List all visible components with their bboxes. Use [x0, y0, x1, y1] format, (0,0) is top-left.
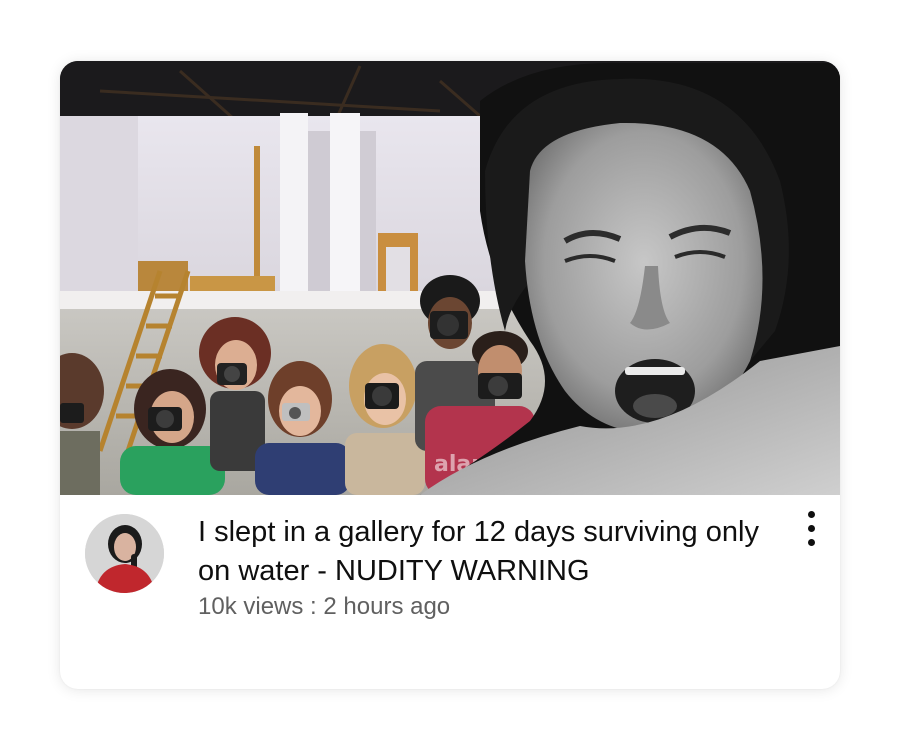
video-metadata: 10k views : 2 hours ago	[198, 591, 450, 623]
video-thumbnail[interactable]: alam	[60, 61, 840, 495]
kebab-dot-bottom	[808, 539, 815, 546]
more-vertical-icon[interactable]	[798, 509, 826, 549]
upload-age: 2 hours ago	[323, 593, 451, 620]
video-title[interactable]: I slept in a gallery for 12 days survivi…	[198, 513, 778, 591]
channel-avatar[interactable]	[85, 514, 164, 593]
video-card[interactable]: alam I slept in a gallery for 12 days su…	[60, 61, 840, 689]
meta-separator: :	[303, 593, 324, 620]
kebab-dot-top	[808, 511, 815, 518]
kebab-dot-middle	[808, 525, 815, 532]
view-count: 10k views	[198, 593, 304, 620]
